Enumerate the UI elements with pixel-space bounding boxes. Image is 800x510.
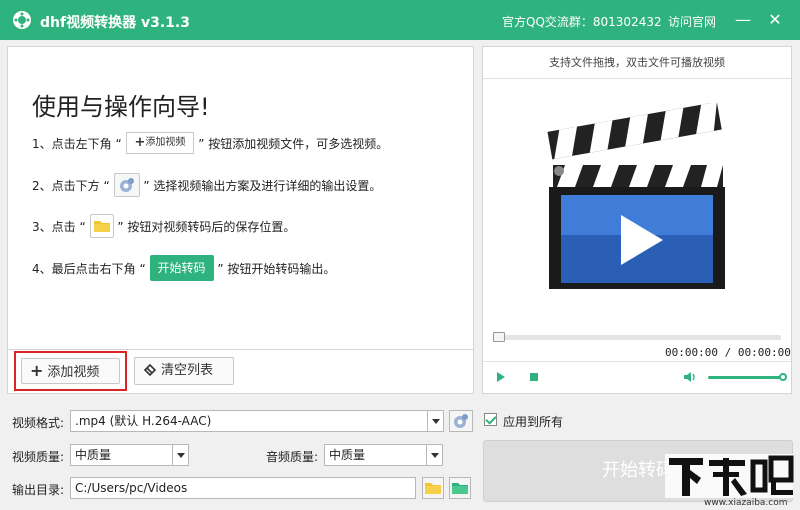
close-button[interactable]: ✕ [765,10,785,30]
title-bar: dhf视频转换器 v3.1.3 官方QQ交流群：801302432 访问官网 —… [0,0,800,40]
file-list-panel[interactable]: 使用与操作向导! 1、点击左下角 “ +添加视频 ” 按钮添加视频文件，可多选视… [7,46,474,394]
guide-title: 使用与操作向导! [32,93,210,121]
audio-quality-select[interactable]: 中质量 [324,444,443,466]
mini-add-label: 添加视频 [145,137,186,148]
visit-site-link[interactable]: 访问官网 [668,13,716,30]
audio-quality-value: 中质量 [329,448,366,462]
open-folder-button[interactable] [449,477,471,499]
stop-icon[interactable] [530,373,538,381]
chevron-down-icon[interactable] [426,445,442,465]
video-quality-value: 中质量 [75,448,112,462]
video-quality-select[interactable]: 中质量 [70,444,189,466]
clear-list-button[interactable]: 清空列表 [134,357,234,385]
apply-all-label: 应用到所有 [503,415,564,429]
format-label: 视频格式: [12,416,65,430]
volume-slider[interactable] [708,376,784,379]
qq-group-text: 官方QQ交流群：801302432 [502,15,662,29]
settings-gear-icon [454,414,468,428]
step1-suffix: ” 按钮添加视频文件，可多选视频。 [198,136,389,151]
guide-step-2: 2、点击下方 “ ” 选择视频输出方案及进行详细的输出设置。 [32,173,381,197]
player-hint: 支持文件拖拽，双击文件可播放视频 [483,47,791,79]
plus-icon: + [30,361,44,380]
step3-prefix: 3、点击 “ [32,219,86,234]
time-display: 00:00:00 / 00:00:00 [665,346,791,359]
format-select[interactable]: .mp4 (默认 H.264-AAC) [70,410,444,432]
open-folder-icon [452,483,468,494]
add-video-button[interactable]: + 添加视频 [21,358,120,384]
guide-step-4: 4、最后点击右下角 “ 开始转码 ” 按钮开始转码输出。 [32,255,335,281]
audio-quality-label: 音频质量: [266,450,319,464]
add-video-highlight: + 添加视频 [14,351,127,391]
clapperboard-icon [547,103,725,289]
add-video-label: 添加视频 [47,365,100,380]
chevron-down-icon[interactable] [172,445,188,465]
mini-add-video-button: +添加视频 [125,132,195,154]
settings-gear-icon [113,173,140,197]
app-title: dhf视频转换器 v3.1.3 [40,15,190,31]
step4-suffix: ” 按钮开始转码输出。 [217,261,336,276]
volume-handle[interactable] [779,373,787,381]
output-label: 输出目录: [12,483,65,497]
minimize-button[interactable]: — [733,10,753,30]
guide-step-1: 1、点击左下角 “ +添加视频 ” 按钮添加视频文件，可多选视频。 [32,132,388,154]
eraser-icon [143,363,157,376]
format-value: .mp4 (默认 H.264-AAC) [75,414,212,428]
mini-start-button: 开始转码 [149,255,214,281]
clear-list-label: 清空列表 [161,363,214,378]
seek-bar[interactable] [493,332,781,342]
volume-icon[interactable] [683,371,697,383]
output-path-input[interactable]: C:/Users/pc/Videos [70,477,416,499]
apply-all-checkbox[interactable] [484,413,497,426]
plus-icon: + [134,135,146,150]
browse-folder-button[interactable] [422,477,444,499]
step1-prefix: 1、点击左下角 “ [32,136,122,151]
seek-handle[interactable] [493,332,505,342]
player-controls [483,361,791,393]
play-icon[interactable] [497,372,505,382]
panel-divider [8,349,473,350]
step4-prefix: 4、最后点击右下角 “ [32,261,146,276]
app-logo-icon [13,11,31,29]
watermark-url: www.xiazaiba.com [704,498,788,508]
guide-step-3: 3、点击 “ ” 按钮对视频转码后的保存位置。 [32,214,295,238]
preview-player[interactable]: 支持文件拖拽，双击文件可播放视频 00:00:00 / 00:00:00 [482,46,792,394]
step3-suffix: ” 按钮对视频转码后的保存位置。 [117,219,296,234]
step2-prefix: 2、点击下方 “ [32,178,110,193]
video-quality-label: 视频质量: [12,450,65,464]
folder-icon [425,483,441,494]
step2-suffix: ” 选择视频输出方案及进行详细的输出设置。 [143,178,382,193]
chevron-down-icon[interactable] [427,411,443,431]
format-settings-button[interactable] [449,410,473,432]
folder-icon [89,214,114,238]
